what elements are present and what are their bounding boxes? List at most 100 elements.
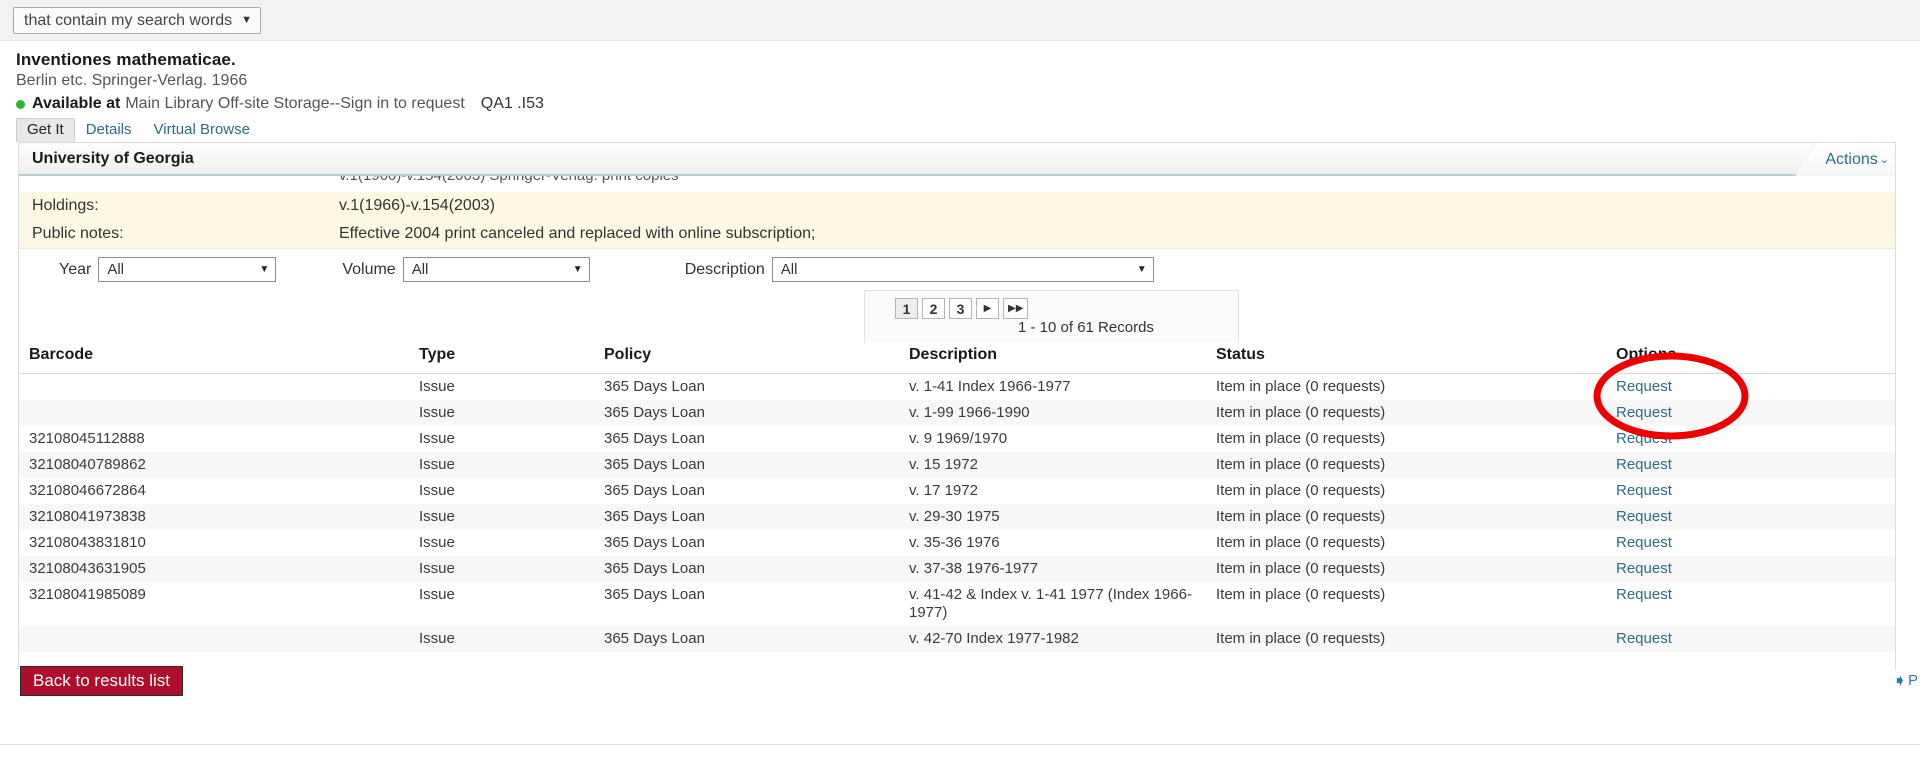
cell-description: v. 17 1972: [909, 478, 1216, 504]
actions-menu-button[interactable]: Actions ⌄: [1795, 143, 1895, 176]
cell-status: Item in place (0 requests): [1216, 400, 1616, 426]
record-header: Inventiones mathematicae. Berlin etc. Sp…: [16, 50, 1216, 114]
last-page-icon[interactable]: ▶▶: [1003, 298, 1028, 319]
page-button-2[interactable]: 2: [922, 298, 945, 319]
volume-filter-select[interactable]: All ▼: [403, 257, 590, 282]
table-row: 32108040789862 Issue 365 Days Loan v. 15…: [19, 452, 1895, 478]
cell-status: Item in place (0 requests): [1216, 556, 1616, 582]
cell-barcode: [19, 374, 419, 401]
page-button-3[interactable]: 3: [949, 298, 972, 319]
chevron-down-icon: ▼: [573, 264, 583, 275]
cell-description: v. 37-38 1976-1977: [909, 556, 1216, 582]
column-header-options[interactable]: Options: [1616, 343, 1895, 374]
request-link[interactable]: Request: [1616, 508, 1672, 525]
search-scope-select[interactable]: that contain my search words ▼: [13, 7, 261, 34]
description-filter-value: All: [781, 261, 798, 278]
tab-get-it[interactable]: Get It: [16, 118, 75, 142]
table-body: Issue 365 Days Loan v. 1-41 Index 1966-1…: [19, 374, 1895, 653]
request-link[interactable]: Request: [1616, 586, 1672, 603]
actions-label: Actions: [1825, 151, 1877, 169]
cell-status: Item in place (0 requests): [1216, 504, 1616, 530]
cell-barcode: 32108045112888: [19, 426, 419, 452]
holdings-label: Holdings:: [19, 197, 339, 215]
page-root: that contain my search words ▼ Invention…: [0, 0, 1920, 768]
table-row: 32108045112888 Issue 365 Days Loan v. 9 …: [19, 426, 1895, 452]
previous-record-label: P: [1908, 672, 1918, 689]
public-notes-row: Public notes: Effective 2004 print cance…: [19, 220, 1895, 248]
column-header-type[interactable]: Type: [419, 343, 604, 374]
column-header-policy[interactable]: Policy: [604, 343, 909, 374]
cell-status: Item in place (0 requests): [1216, 374, 1616, 401]
table-row: 32108041973838 Issue 365 Days Loan v. 29…: [19, 504, 1895, 530]
cell-policy: 365 Days Loan: [604, 582, 909, 626]
cell-status: Item in place (0 requests): [1216, 426, 1616, 452]
cell-description: v. 1-41 Index 1966-1977: [909, 374, 1216, 401]
cell-status: Item in place (0 requests): [1216, 530, 1616, 556]
footer-divider: [0, 744, 1920, 745]
cell-type: Issue: [419, 626, 604, 652]
table-row: Issue 365 Days Loan v. 42-70 Index 1977-…: [19, 626, 1895, 652]
cell-description: v. 41-42 & Index v. 1-41 1977 (Index 196…: [909, 582, 1216, 626]
cell-policy: 365 Days Loan: [604, 556, 909, 582]
previous-record-link[interactable]: ➧ P: [1893, 672, 1918, 689]
request-link[interactable]: Request: [1616, 560, 1672, 577]
cell-status: Item in place (0 requests): [1216, 452, 1616, 478]
record-imprint: Berlin etc. Springer-Verlag. 1966: [16, 71, 1216, 91]
request-link[interactable]: Request: [1616, 534, 1672, 551]
holdings-row: Holdings: v.1(1966)-v.154(2003): [19, 192, 1895, 220]
year-filter-value: All: [107, 261, 124, 278]
back-to-results-button[interactable]: Back to results list: [20, 666, 183, 696]
table-row: 32108043631905 Issue 365 Days Loan v. 37…: [19, 556, 1895, 582]
cell-description: v. 42-70 Index 1977-1982: [909, 626, 1216, 652]
table-footer-padding: [19, 652, 1895, 670]
request-link[interactable]: Request: [1616, 482, 1672, 499]
column-header-description[interactable]: Description: [909, 343, 1216, 374]
request-link[interactable]: Request: [1616, 430, 1672, 447]
cell-type: Issue: [419, 556, 604, 582]
description-filter-label: Description: [685, 261, 765, 279]
cell-barcode: [19, 626, 419, 652]
get-it-panel: University of Georgia Actions ⌄ v.1(1966…: [18, 142, 1896, 670]
description-filter-select[interactable]: All ▼: [772, 257, 1154, 282]
clipped-text-value: v.1(1966)-v.154(2003) Springer-Verlag. p…: [339, 176, 679, 184]
pagination-box: 1 2 3 ▶ ▶▶ 1 - 10 of 61 Records: [864, 290, 1239, 343]
search-scope-value: that contain my search words: [24, 12, 232, 30]
record-tabs: Get It Details Virtual Browse: [16, 117, 261, 142]
cell-description: v. 29-30 1975: [909, 504, 1216, 530]
next-page-icon[interactable]: ▶: [976, 298, 999, 319]
cell-policy: 365 Days Loan: [604, 400, 909, 426]
request-link[interactable]: Request: [1616, 404, 1672, 421]
chevron-down-icon: ▼: [1137, 264, 1147, 275]
cell-policy: 365 Days Loan: [604, 504, 909, 530]
chevron-down-icon: ▼: [241, 15, 252, 26]
cell-policy: 365 Days Loan: [604, 452, 909, 478]
column-header-status[interactable]: Status: [1216, 343, 1616, 374]
cell-policy: 365 Days Loan: [604, 374, 909, 401]
table-header-row: Barcode Type Policy Description Status O…: [19, 343, 1895, 374]
institution-name: University of Georgia: [32, 150, 194, 168]
page-button-1[interactable]: 1: [895, 298, 918, 319]
holdings-band: Holdings: v.1(1966)-v.154(2003) Public n…: [19, 192, 1895, 248]
chevron-down-icon: ▼: [259, 264, 269, 275]
cell-policy: 365 Days Loan: [604, 626, 909, 652]
request-link[interactable]: Request: [1616, 630, 1672, 647]
table-row: 32108043831810 Issue 365 Days Loan v. 35…: [19, 530, 1895, 556]
column-header-barcode[interactable]: Barcode: [19, 343, 419, 374]
records-count: 1 - 10 of 61 Records: [1018, 319, 1154, 336]
back-to-results-label: Back to results list: [33, 671, 170, 691]
public-notes-value: Effective 2004 print canceled and replac…: [339, 225, 1895, 243]
cell-barcode: 32108046672864: [19, 478, 419, 504]
request-link[interactable]: Request: [1616, 456, 1672, 473]
call-number: QA1 .I53: [481, 94, 544, 114]
year-filter-select[interactable]: All ▼: [98, 257, 276, 282]
cell-barcode: 32108043831810: [19, 530, 419, 556]
cell-description: v. 35-36 1976: [909, 530, 1216, 556]
cell-barcode: 32108043631905: [19, 556, 419, 582]
tab-virtual-browse[interactable]: Virtual Browse: [143, 118, 261, 142]
request-link[interactable]: Request: [1616, 378, 1672, 395]
public-notes-label: Public notes:: [19, 225, 339, 243]
tab-details[interactable]: Details: [75, 118, 143, 142]
cell-type: Issue: [419, 452, 604, 478]
cell-type: Issue: [419, 478, 604, 504]
cell-type: Issue: [419, 426, 604, 452]
